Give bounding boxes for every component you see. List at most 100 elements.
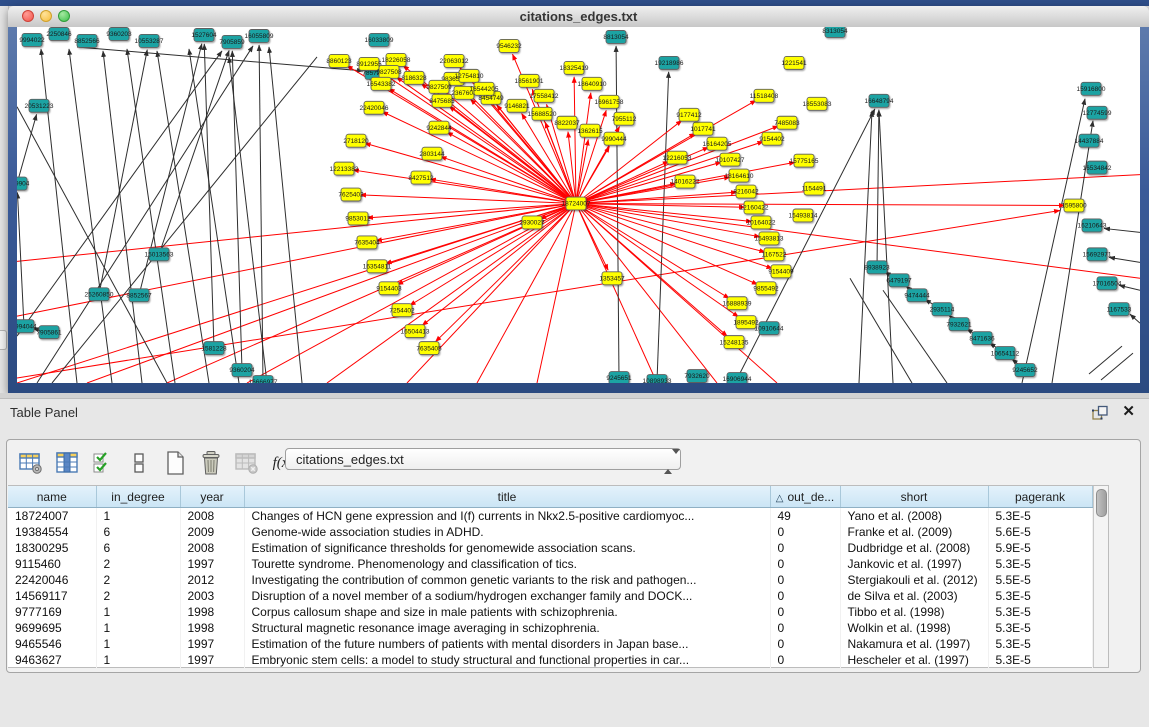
show-columns-icon[interactable]: [51, 447, 83, 479]
network-node[interactable]: 1167522: [762, 248, 787, 261]
table-row[interactable]: 1872400712008Changes of HCN gene express…: [8, 508, 1092, 525]
network-node[interactable]: 10553287: [135, 34, 164, 47]
network-node[interactable]: 19218986: [655, 56, 684, 69]
table-row[interactable]: 977716911998Corpus callosum shape and si…: [8, 604, 1092, 620]
network-node[interactable]: 8822037: [554, 116, 580, 129]
network-node[interactable]: 10910644: [755, 322, 784, 335]
network-node[interactable]: 2718120: [343, 134, 369, 147]
network-node[interactable]: 1353457: [599, 272, 625, 285]
network-node[interactable]: 8313054: [822, 27, 848, 37]
network-node[interactable]: 12774599: [1083, 106, 1112, 119]
network-node[interactable]: 16961758: [595, 95, 624, 108]
network-node[interactable]: 10107427: [716, 153, 745, 166]
column-header-pagerank[interactable]: pagerank: [988, 486, 1092, 508]
network-node[interactable]: 8216042: [733, 185, 759, 198]
collapsed-panel-handle[interactable]: [0, 330, 7, 350]
network-node[interactable]: 7635404: [354, 236, 380, 249]
network-node[interactable]: 10654112: [991, 347, 1020, 360]
network-node[interactable]: 1527604: [191, 28, 217, 41]
network-node[interactable]: 14437884: [1075, 134, 1104, 147]
minimize-window-button[interactable]: [40, 10, 52, 22]
network-node[interactable]: 9360204: [229, 364, 255, 377]
network-node[interactable]: 9855492: [753, 282, 779, 295]
zoom-window-button[interactable]: [58, 10, 70, 22]
network-node[interactable]: 9154403: [376, 282, 402, 295]
network-node[interactable]: 10898933: [643, 375, 672, 383]
network-node[interactable]: 1362615: [577, 124, 603, 137]
network-node[interactable]: 1017741: [690, 122, 716, 135]
window-titlebar[interactable]: citations_edges.txt: [8, 6, 1149, 28]
table-row[interactable]: 946362711997Embryonic stem cells: a mode…: [8, 652, 1092, 668]
network-node[interactable]: 8860123: [326, 54, 352, 67]
network-view-canvas[interactable]: 9994022225084688525669360203105532871527…: [17, 27, 1140, 383]
network-node[interactable]: 15248135: [720, 336, 749, 349]
import-table-disabled-icon[interactable]: [231, 447, 263, 479]
network-node[interactable]: 1167533: [1107, 303, 1132, 316]
network-node[interactable]: 12754810: [455, 69, 484, 82]
network-node[interactable]: 8813054: [603, 30, 629, 43]
network-node[interactable]: 1154491: [802, 182, 827, 195]
column-header-title[interactable]: title: [244, 486, 770, 508]
table-scrollbar[interactable]: [1093, 486, 1108, 667]
network-graph[interactable]: 9994022225084688525669360203105532871527…: [17, 27, 1140, 383]
network-node[interactable]: 9245651: [606, 372, 632, 383]
network-node[interactable]: 9994022: [19, 33, 45, 46]
close-window-button[interactable]: [22, 10, 34, 22]
network-node[interactable]: 2935114: [930, 303, 955, 316]
network-node[interactable]: 8186328: [401, 71, 427, 84]
table-row[interactable]: 969969511998Structural magnetic resonanc…: [8, 620, 1092, 636]
network-node[interactable]: 7254402: [389, 304, 415, 317]
network-node[interactable]: 2930027: [519, 216, 545, 229]
network-node[interactable]: 7932621: [946, 318, 972, 331]
network-node[interactable]: 15692971: [1083, 248, 1112, 261]
table-scrollbar-thumb[interactable]: [1096, 489, 1107, 517]
network-node[interactable]: 9853012: [345, 212, 371, 225]
network-node[interactable]: 9146821: [504, 99, 530, 112]
network-node[interactable]: 7932620: [684, 370, 710, 383]
network-node[interactable]: 2250846: [46, 27, 72, 40]
network-node[interactable]: 9474444: [904, 289, 930, 302]
network-node[interactable]: 8475685: [429, 94, 455, 107]
network-node[interactable]: 8427512: [408, 171, 434, 184]
network-node[interactable]: 22063012: [440, 54, 469, 67]
table-row[interactable]: 946554611997Estimation of the future num…: [8, 636, 1092, 652]
network-node[interactable]: 16055809: [245, 29, 274, 42]
network-node[interactable]: 17016504: [1093, 277, 1122, 290]
network-node[interactable]: 16906944: [723, 373, 752, 383]
network-node[interactable]: 9546232: [496, 39, 522, 52]
network-node[interactable]: 20531223: [25, 99, 54, 112]
network-node[interactable]: 9154409: [768, 265, 794, 278]
network-node[interactable]: 9177412: [676, 108, 702, 121]
network-node[interactable]: 16648794: [865, 94, 894, 107]
network-node[interactable]: 1221541: [781, 56, 807, 69]
network-node[interactable]: 8852567: [126, 289, 152, 302]
network-node[interactable]: 25260850: [85, 288, 114, 301]
network-node[interactable]: 9990444: [601, 132, 627, 145]
column-header-in_degree[interactable]: in_degree: [96, 486, 180, 508]
network-node[interactable]: 12213383: [330, 162, 359, 175]
row-height-icon[interactable]: [123, 447, 155, 479]
network-node[interactable]: 17558412: [530, 89, 559, 102]
network-node[interactable]: 8938923: [864, 261, 890, 274]
table-row[interactable]: 1830029562008Estimation of significance …: [8, 540, 1092, 556]
network-node[interactable]: 7485083: [774, 116, 800, 129]
network-node[interactable]: 6479197: [886, 274, 912, 287]
network-node[interactable]: 16354811: [363, 260, 392, 273]
network-node[interactable]: 1895492: [733, 316, 759, 329]
network-node[interactable]: 1595800: [1061, 199, 1087, 212]
network-node[interactable]: 7905859: [219, 35, 245, 48]
close-panel-icon[interactable]: ✕: [1122, 402, 1135, 420]
network-node[interactable]: 16888939: [723, 297, 752, 310]
network-node[interactable]: 16033809: [365, 33, 394, 46]
network-node[interactable]: 18226058: [382, 53, 411, 66]
network-node[interactable]: 15493814: [789, 209, 818, 222]
network-node[interactable]: 9245652: [1012, 364, 1038, 377]
network-node[interactable]: 9827508: [376, 65, 402, 78]
network-node[interactable]: 9154402: [759, 132, 785, 145]
network-node[interactable]: 15013563: [145, 248, 174, 261]
create-table-icon[interactable]: [159, 447, 191, 479]
network-node[interactable]: 16164205: [703, 137, 732, 150]
table-row[interactable]: 2242004622012Investigating the contribut…: [8, 572, 1092, 588]
network-node[interactable]: 18325419: [560, 61, 589, 74]
network-node[interactable]: 18561901: [515, 74, 544, 87]
